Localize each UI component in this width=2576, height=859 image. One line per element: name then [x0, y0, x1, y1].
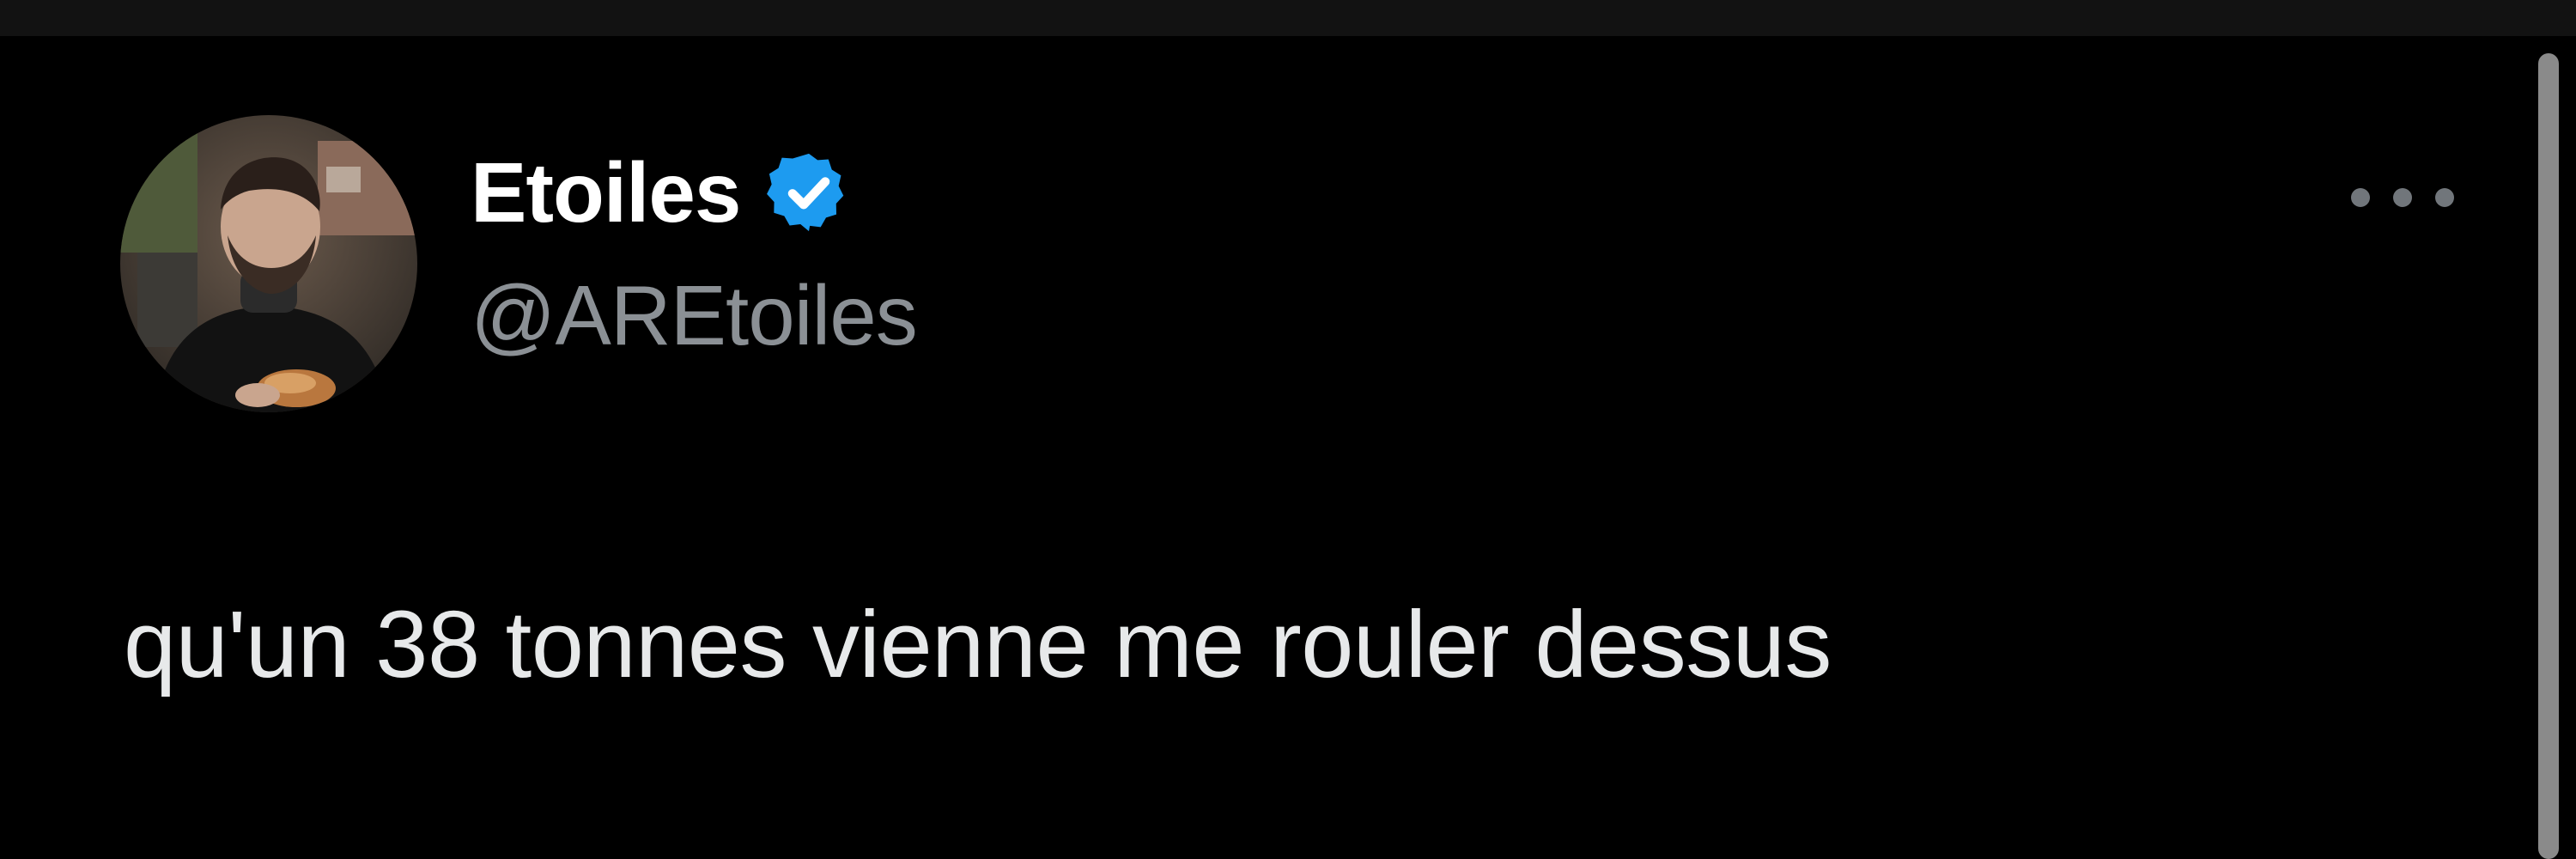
avatar-photo: [120, 115, 417, 412]
author-name-row: Etoiles: [471, 141, 854, 244]
more-options-icon: [2351, 188, 2370, 207]
scrollbar[interactable]: [2538, 53, 2559, 859]
window-top-strip: [0, 0, 2576, 36]
tweet-text: qu'un 38 tonnes vienne me rouler dessus: [124, 592, 1832, 698]
display-name[interactable]: Etoiles: [471, 150, 741, 235]
more-options-icon-dot: [2393, 188, 2412, 207]
verified-badge-icon: [767, 153, 844, 232]
avatar[interactable]: [120, 115, 417, 412]
more-options-icon-dot: [2435, 188, 2454, 207]
more-options-button[interactable]: [2351, 180, 2454, 215]
author-handle[interactable]: @AREtoiles: [471, 273, 918, 357]
